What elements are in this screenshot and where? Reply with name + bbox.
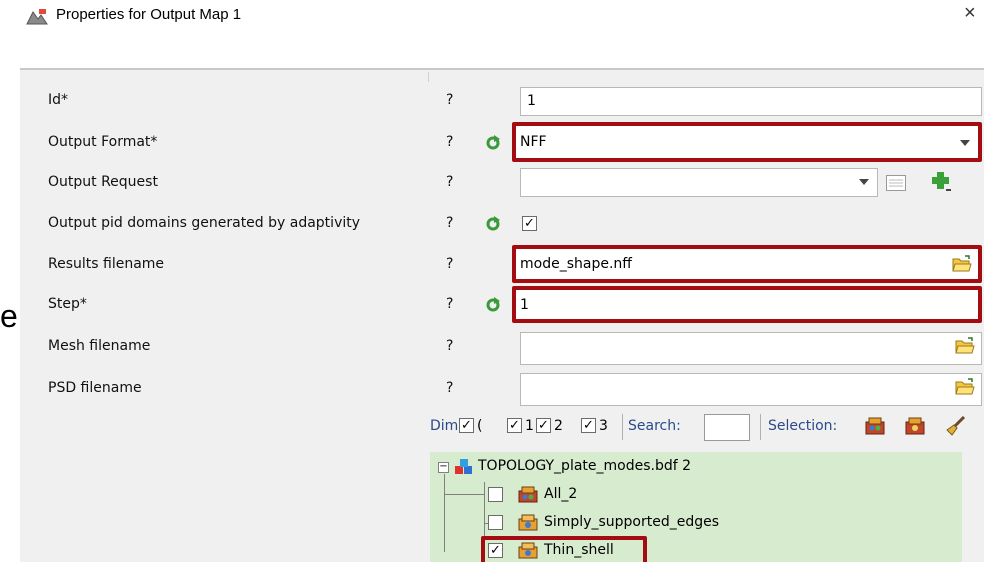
id-label: Id* <box>48 92 69 108</box>
output-format-help-button[interactable]: ? <box>446 134 453 150</box>
mesh-filename-label: Mesh filename <box>48 338 151 354</box>
output-pid-domains-help-button[interactable]: ? <box>446 215 453 231</box>
dim-2-checkbox[interactable]: ✓ <box>536 418 551 433</box>
results-filename-value: mode_shape.nff <box>520 256 632 272</box>
chevron-down-icon <box>859 179 869 185</box>
tree-root-label[interactable]: TOPOLOGY_plate_modes.bdf 2 <box>478 458 691 474</box>
output-request-label: Output Request <box>48 174 158 190</box>
reset-default-icon[interactable] <box>485 216 501 232</box>
window-title: Properties for Output Map 1 <box>56 6 242 23</box>
group-icon <box>518 486 538 503</box>
folder-open-icon[interactable] <box>952 255 972 273</box>
group-tree: − TOPOLOGY_plate_modes.bdf 2 All_2 Simpl… <box>430 452 962 562</box>
mesh-filename-help-button[interactable]: ? <box>446 338 453 354</box>
clipped-background-text: e <box>0 298 18 334</box>
group-icon <box>518 542 538 559</box>
search-input[interactable] <box>704 414 750 441</box>
results-filename-help-button[interactable]: ? <box>446 256 453 272</box>
tree-item-all-2-label[interactable]: All_2 <box>544 486 577 502</box>
tree-item-thin-shell-label[interactable]: Thin_shell <box>544 542 614 558</box>
reset-default-icon[interactable] <box>485 297 501 313</box>
folder-open-icon[interactable] <box>955 378 975 396</box>
column-separator <box>428 72 429 82</box>
toolbar-divider <box>622 414 623 440</box>
results-filename-field[interactable]: mode_shape.nff <box>512 245 982 283</box>
dim-label: Dim <box>430 418 459 434</box>
tree-item-all-2-checkbox[interactable] <box>488 487 503 502</box>
select-all-groups-icon[interactable] <box>864 416 886 436</box>
step-help-button[interactable]: ? <box>446 296 453 312</box>
dim-0-label: ( <box>477 418 483 434</box>
output-format-value: NFF <box>520 134 547 150</box>
close-button[interactable]: × <box>964 2 976 25</box>
step-label: Step* <box>48 296 87 312</box>
tree-item-thin-shell-checkbox[interactable]: ✓ <box>488 543 503 558</box>
folder-open-icon[interactable] <box>955 337 975 355</box>
tree-connector <box>444 494 484 495</box>
dim-3-label: 3 <box>599 418 608 434</box>
psd-filename-field[interactable] <box>520 373 982 406</box>
output-format-select[interactable]: NFF <box>512 122 982 162</box>
selection-label: Selection: <box>768 418 838 434</box>
table-icon[interactable] <box>886 175 906 191</box>
search-label: Search: <box>628 418 681 434</box>
output-pid-domains-label: Output pid domains generated by adaptivi… <box>48 215 361 231</box>
psd-filename-label: PSD filename <box>48 380 142 396</box>
results-filename-label: Results filename <box>48 256 165 272</box>
dim-1-label: 1 <box>525 418 534 434</box>
reset-default-icon[interactable] <box>485 135 501 151</box>
add-icon[interactable] <box>930 170 952 192</box>
left-background-strip: e <box>0 48 20 562</box>
tree-item-simply-supported-edges-checkbox[interactable] <box>488 515 503 530</box>
psd-filename-help-button[interactable]: ? <box>446 380 453 396</box>
title-bar: Properties for Output Map 1 × <box>0 0 984 48</box>
tree-connector <box>444 474 445 552</box>
id-help-button[interactable]: ? <box>446 92 453 108</box>
dim-1-checkbox[interactable]: ✓ <box>507 418 522 433</box>
group-icon <box>518 514 538 531</box>
output-request-help-button[interactable]: ? <box>446 174 453 190</box>
output-format-label: Output Format* <box>48 134 158 150</box>
mesh-filename-field[interactable] <box>520 332 982 365</box>
dim-2-label: 2 <box>554 418 563 434</box>
toolbar-divider <box>760 414 761 440</box>
tree-collapse-toggle[interactable]: − <box>438 462 449 473</box>
id-field[interactable]: 1 <box>520 87 982 116</box>
filter-toolbar: Dim ✓ ( ✓ 1 ✓ 2 ✓ 3 Search: Selection: <box>430 412 984 442</box>
chevron-down-icon <box>960 140 970 146</box>
output-pid-domains-checkbox[interactable]: ✓ <box>522 216 537 231</box>
tree-item-simply-supported-edges-label[interactable]: Simply_supported_edges <box>544 514 719 530</box>
step-field[interactable]: 1 <box>512 286 982 323</box>
select-groups-icon[interactable] <box>904 416 926 436</box>
dim-0-checkbox[interactable]: ✓ <box>459 418 474 433</box>
output-request-select[interactable] <box>520 168 878 197</box>
map-app-icon <box>26 9 48 25</box>
dim-3-checkbox[interactable]: ✓ <box>581 418 596 433</box>
topology-root-icon <box>455 459 472 474</box>
clear-selection-brush-icon[interactable] <box>944 416 966 436</box>
